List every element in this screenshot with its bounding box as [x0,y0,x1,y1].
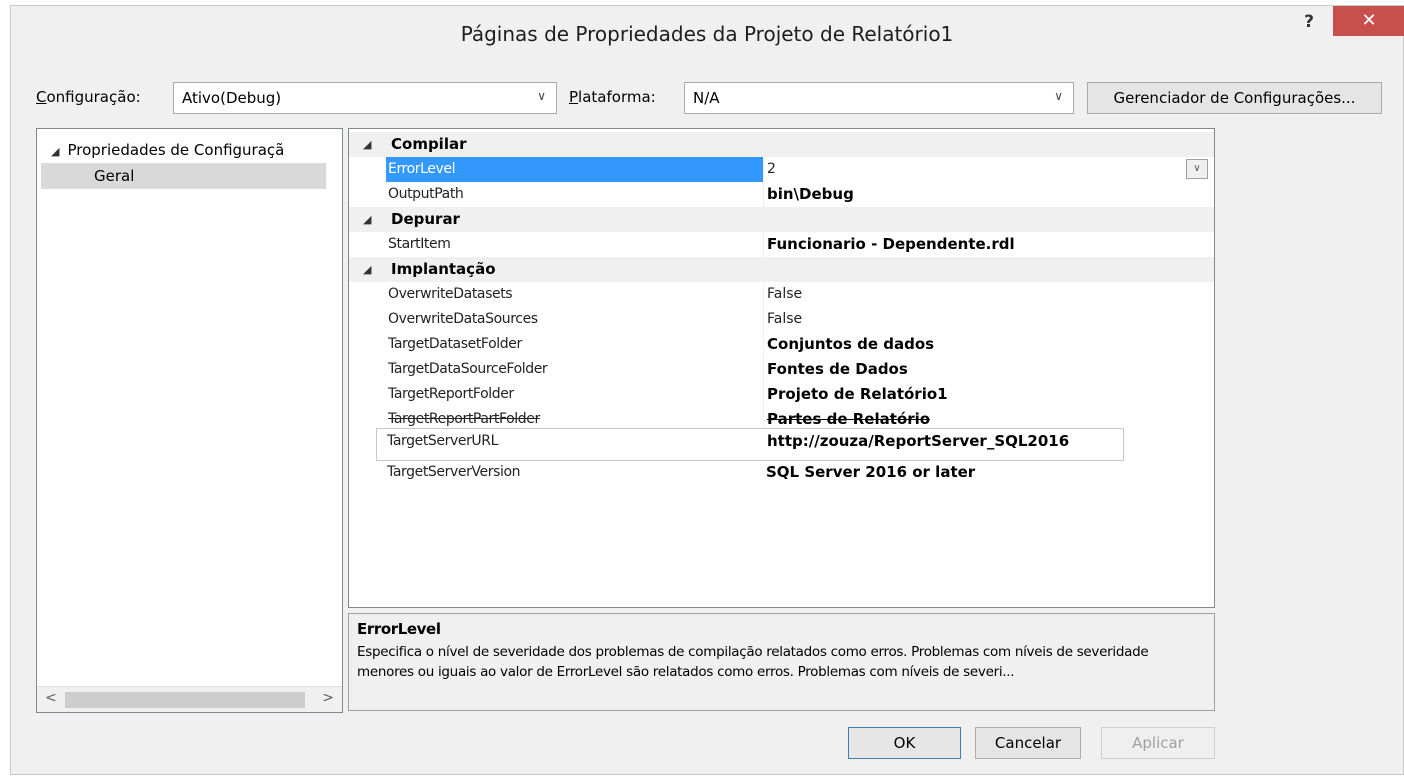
property-name: TargetServerVersion [387,464,521,480]
property-name: StartItem [386,232,764,257]
collapse-triangle-icon: ◢ [363,263,372,276]
cancel-button[interactable]: Cancelar [975,727,1081,759]
platform-label: Plataforma: [569,88,656,106]
category-debug[interactable]: ◢ Depurar [349,207,1214,232]
property-row-targetreportfolder[interactable]: TargetReportFolder Projeto de Relatório1 [349,382,1214,407]
property-name: ErrorLevel [386,157,764,182]
property-row-targetdatasourcefolder[interactable]: TargetDataSourceFolder Fontes de Dados [349,357,1214,382]
property-value[interactable]: Projeto de Relatório1 [767,382,1207,407]
property-value[interactable]: Conjuntos de dados [767,332,1207,357]
property-name: TargetReportFolder [386,382,764,407]
property-value[interactable]: False [767,307,1207,332]
configuration-value: Ativo(Debug) [182,89,282,107]
category-label: Depurar [391,210,460,228]
property-name: TargetDataSourceFolder [386,357,764,382]
property-value[interactable]: SQL Server 2016 or later [766,463,975,481]
property-name: OutputPath [386,182,764,207]
title-bar: Páginas de Propriedades da Projeto de Re… [11,6,1404,64]
description-pane: ErrorLevel Especifica o nível de severid… [348,613,1215,711]
property-value[interactable]: 2 [767,157,1207,182]
tree-item-label: Propriedades de Configuraçã [67,141,285,159]
configuration-manager-button[interactable]: Gerenciador de Configurações... [1087,82,1382,114]
scroll-left-icon[interactable]: < [45,690,57,706]
property-row-overwritedatasets[interactable]: OverwriteDatasets False [349,282,1214,307]
platform-dropdown[interactable]: N/A ∨ [684,82,1074,114]
category-label: Compilar [391,135,467,153]
property-name: TargetDatasetFolder [386,332,764,357]
property-row-outputpath[interactable]: OutputPath bin\Debug [349,182,1214,207]
property-row-overwritedatasources[interactable]: OverwriteDataSources False [349,307,1214,332]
tree-item-general[interactable]: Geral [41,163,326,189]
property-row-targetserverversion[interactable]: TargetServerVersion SQL Server 2016 or l… [385,461,1215,486]
scrollbar-thumb[interactable] [65,692,305,708]
property-grid: ◢ Compilar ErrorLevel 2 ∨ OutputPath bin… [348,128,1215,608]
category-tree: ◢ Propriedades de Configuraçã Geral < > [36,128,343,713]
window-title: Páginas de Propriedades da Projeto de Re… [460,22,954,46]
properties-dialog: Páginas de Propriedades da Projeto de Re… [10,5,1404,775]
category-deploy[interactable]: ◢ Implantação [349,257,1214,282]
property-value[interactable]: Funcionario - Dependente.rdl [767,232,1207,257]
scroll-right-icon[interactable]: > [322,690,334,706]
platform-value: N/A [693,89,720,107]
chevron-down-icon: ∨ [537,89,546,103]
help-button[interactable]: ? [1294,10,1324,34]
property-row-errorlevel[interactable]: ErrorLevel 2 ∨ [349,157,1214,182]
collapse-triangle-icon: ◢ [363,213,372,226]
property-name: TargetServerURL [387,433,498,449]
collapse-triangle-icon: ◢ [363,138,372,151]
property-value[interactable]: http://zouza/ReportServer_SQL2016 [767,432,1069,450]
chevron-down-icon[interactable]: ∨ [1186,159,1208,179]
apply-button[interactable]: Aplicar [1101,727,1215,759]
property-name: OverwriteDataSources [386,307,764,332]
description-title: ErrorLevel [357,620,441,638]
property-row-startitem[interactable]: StartItem Funcionario - Dependente.rdl [349,232,1214,257]
property-value[interactable]: Fontes de Dados [767,357,1207,382]
configuration-dropdown[interactable]: Ativo(Debug) ∨ [173,82,557,114]
property-name: OverwriteDatasets [386,282,764,307]
property-value[interactable]: False [767,282,1207,307]
collapse-triangle-icon: ◢ [51,145,60,158]
configuration-label: Configuração: [36,88,141,106]
close-button[interactable]: ✕ [1333,6,1404,36]
tree-item-config-properties[interactable]: ◢ Propriedades de Configuraçã [51,137,284,163]
property-value[interactable]: bin\Debug [767,182,1207,207]
tree-item-label: Geral [94,167,135,185]
category-compile[interactable]: ◢ Compilar [349,132,1214,157]
property-row-targetdatasetfolder[interactable]: TargetDatasetFolder Conjuntos de dados [349,332,1214,357]
ok-button[interactable]: OK [848,727,961,759]
description-text: Especifica o nível de severidade dos pro… [357,644,1149,680]
category-label: Implantação [391,260,496,278]
chevron-down-icon: ∨ [1054,89,1063,103]
horizontal-scrollbar[interactable]: < > [37,686,342,712]
property-row-targetserverurl[interactable]: TargetServerURL http://zouza/ReportServe… [376,428,1124,461]
